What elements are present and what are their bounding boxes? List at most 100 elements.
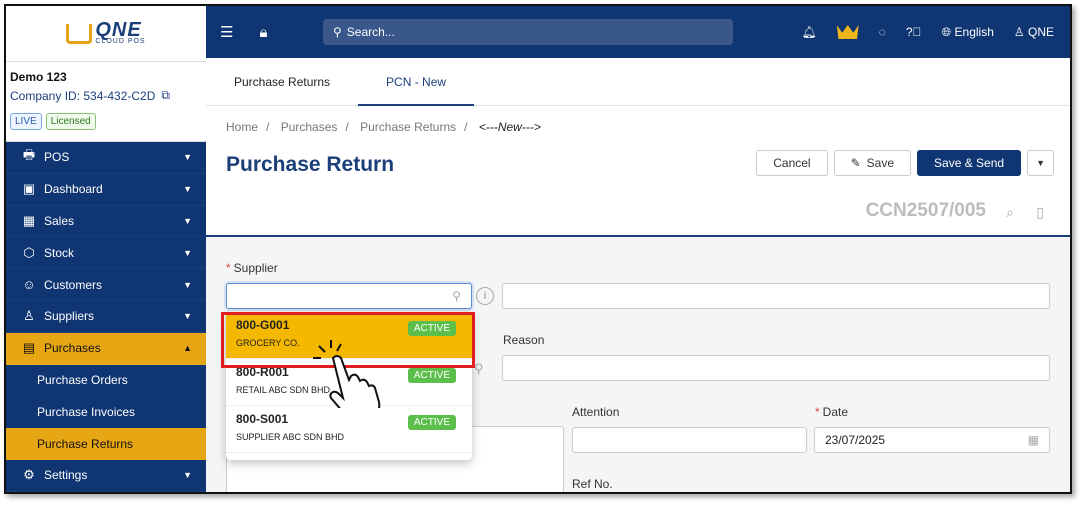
sidebar-subitem-purchase-returns[interactable]: Purchase Returns — [6, 428, 206, 460]
sidebar-item-settings[interactable]: ⚙ Settings ▼ — [6, 460, 206, 492]
save-button[interactable]: ✎ Save — [833, 150, 912, 176]
subitem-label: Purchase Orders — [37, 373, 128, 388]
chat-icon[interactable]: ◌ — [879, 25, 886, 39]
language-selector[interactable]: 🌐︎ English — [942, 25, 994, 40]
main-content: Purchase Returns PCN - New Home / Purchas… — [206, 58, 1070, 492]
chevron-down-icon: ▼ — [183, 247, 192, 258]
reason-input[interactable] — [502, 355, 1050, 381]
calendar-icon[interactable]: ▦ — [1028, 433, 1039, 447]
save-label: Save — [866, 156, 895, 170]
sidebar-item-suppliers[interactable]: ♙ Suppliers ▼ — [6, 301, 206, 333]
qne-logo: QNE CLOUD POS — [66, 19, 146, 45]
breadcrumb-home[interactable]: Home — [226, 120, 258, 134]
sidebar-subitem-purchase-orders[interactable]: Purchase Orders — [6, 365, 206, 397]
company-id-row: Company ID: 534-432-C2D ⧉ — [10, 88, 202, 103]
sidebar-item-label: POS — [44, 150, 70, 165]
info-icon[interactable]: i — [476, 287, 494, 305]
crown-icon[interactable] — [836, 25, 859, 39]
subitem-label: Purchase Returns — [37, 437, 134, 452]
chevron-down-icon: ▼ — [183, 215, 192, 226]
search-icon[interactable]: ⚲ — [474, 361, 484, 377]
gear-icon: ⚙ — [23, 467, 35, 483]
supplier-option-s001[interactable]: 800-S001 SUPPLIER ABC SDN BHD ACTIVE — [226, 406, 472, 453]
copy-icon[interactable]: ⧉ — [161, 88, 170, 103]
sidebar-item-label: Stock — [44, 245, 75, 260]
date-label: * Date — [815, 405, 849, 419]
sidebar-menu: 🖶 POS ▼ ▣ Dashboard ▼ ▦ Sales ▼ ⬡ Stock ▼ ☺ Custo… — [6, 142, 206, 492]
attention-input[interactable] — [572, 427, 807, 453]
doc-search-icon[interactable]: ⌕ — [1006, 204, 1014, 221]
menu-collapse-icon[interactable]: ☰ — [220, 23, 233, 41]
breadcrumb-purchases[interactable]: Purchases — [281, 120, 338, 134]
document-number: CCN2507/005 — [865, 200, 986, 221]
sidebar-item-label: Sales — [44, 213, 75, 228]
company-id: Company ID: 534-432-C2D — [10, 88, 156, 103]
sidebar-item-sales[interactable]: ▦ Sales ▼ — [6, 206, 206, 238]
lock-icon[interactable]: 🔒︎ — [259, 24, 267, 41]
sidebar-item-label: Purchases — [44, 341, 101, 356]
cancel-button[interactable]: Cancel — [756, 150, 828, 176]
sidebar-item-label: Dashboard — [44, 182, 103, 197]
reason-label: Reason — [503, 333, 545, 347]
sidebar-item-stock[interactable]: ⬡ Stock ▼ — [6, 237, 206, 270]
supplier-label-text: Supplier — [233, 261, 278, 275]
suppliers-icon: ♙ — [23, 308, 35, 324]
page-title: Purchase Return — [226, 153, 395, 176]
user-menu[interactable]: ♙ QNE — [1014, 25, 1054, 39]
sidebar-item-label: Settings — [44, 468, 88, 483]
customers-icon: ☺ — [22, 277, 36, 293]
tab-label: Purchase Returns — [234, 74, 331, 89]
tab-purchase-returns[interactable]: Purchase Returns — [206, 58, 358, 106]
date-input[interactable]: 23/07/2025 ▦ — [814, 427, 1050, 453]
more-actions-button[interactable]: ▼ — [1027, 150, 1054, 176]
sidebar-item-dashboard[interactable]: ▣ Dashboard ▼ — [6, 174, 206, 206]
refno-label: Ref No. — [572, 477, 613, 491]
status-badge: ACTIVE — [407, 368, 456, 383]
logo-sub: CLOUD POS — [95, 38, 146, 45]
app-window: QNE CLOUD POS Demo 123 Company ID: 534-4… — [4, 4, 1072, 494]
hand-pointer-icon — [313, 340, 381, 408]
pos-icon: 🖶 — [22, 147, 36, 163]
dashboard-icon: ▣ — [22, 181, 36, 197]
search-placeholder: Search... — [346, 25, 395, 39]
date-value: 23/07/2025 — [825, 433, 886, 447]
user-name: QNE — [1027, 25, 1054, 39]
bell-icon[interactable]: 🔔︎ — [802, 25, 817, 39]
attention-label: Attention — [572, 405, 620, 419]
stock-icon: ⬡ — [23, 244, 35, 260]
supplier-name-field[interactable] — [502, 283, 1050, 309]
cancel-label: Cancel — [773, 156, 811, 170]
search-input[interactable]: ⚲ Search... — [323, 19, 733, 45]
help-icon[interactable]: ?⃝ — [906, 25, 922, 39]
search-icon: ⚲ — [452, 289, 461, 303]
sidebar-item-purchases[interactable]: ▤ Purchases ▲ — [6, 332, 206, 365]
chevron-down-icon: ▼ — [183, 470, 192, 481]
search-icon: ⚲ — [333, 25, 342, 39]
licensed-badge: Licensed — [45, 113, 96, 130]
breadcrumb: Home / Purchases / Purchase Returns / <---N… — [226, 120, 541, 134]
sidebar-item-customers[interactable]: ☺ Customers ▼ — [6, 269, 206, 301]
company-name: Demo 123 — [10, 70, 67, 84]
company-info: Demo 123 Company ID: 534-432-C2D ⧉ LIVE … — [6, 62, 206, 142]
supplier-input[interactable]: ⚲ — [226, 283, 472, 309]
supplier-label: * Supplier — [226, 261, 278, 275]
breadcrumb-current: <---New---> — [478, 120, 541, 134]
tab-pcn-new[interactable]: PCN - New — [358, 58, 475, 106]
chevron-down-icon: ▼ — [183, 152, 192, 163]
sidebar-item-label: Suppliers — [44, 309, 95, 324]
option-name: SUPPLIER ABC SDN BHD — [236, 432, 345, 442]
chevron-down-icon: ▼ — [183, 311, 192, 322]
language-label: English — [954, 24, 994, 39]
sidebar: QNE CLOUD POS Demo 123 Company ID: 534-4… — [6, 6, 206, 492]
logo-brand: QNE — [95, 19, 142, 41]
user-icon: ♙ — [1013, 25, 1025, 39]
breadcrumb-purchase-returns[interactable]: Purchase Returns — [360, 120, 456, 134]
save-send-label: Save & Send — [934, 156, 1005, 170]
save-send-button[interactable]: Save & Send — [917, 150, 1022, 176]
chevron-down-icon: ▼ — [1036, 158, 1045, 168]
action-buttons: Cancel ✎ Save Save & Send ▼ — [756, 150, 1054, 176]
tab-bar: Purchase Returns PCN - New — [206, 58, 1070, 106]
sidebar-subitem-purchase-invoices[interactable]: Purchase Invoices — [6, 396, 206, 428]
sidebar-item-pos[interactable]: 🖶 POS ▼ — [6, 142, 206, 174]
bookmark-icon[interactable]: ▯ — [1036, 204, 1044, 221]
